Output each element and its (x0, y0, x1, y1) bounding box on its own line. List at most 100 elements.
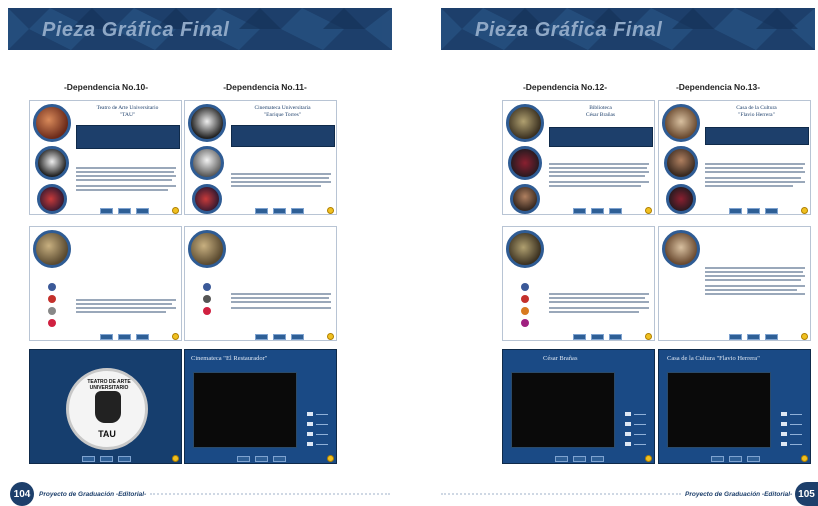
nav-button[interactable] (100, 208, 113, 214)
nav-button[interactable] (573, 208, 586, 214)
biblioteca-info-card: Biblioteca César Brañas (502, 100, 655, 215)
video-player[interactable] (511, 372, 615, 448)
nav-button[interactable] (255, 208, 268, 214)
nav-button[interactable] (573, 334, 586, 340)
nav-button[interactable] (711, 456, 724, 462)
sun-icon[interactable] (327, 333, 334, 340)
photo (666, 184, 696, 214)
youtube-icon[interactable] (48, 295, 56, 303)
biblioteca-social-card (502, 226, 655, 341)
facebook-icon[interactable] (203, 283, 211, 291)
photo (33, 104, 71, 142)
nav-button[interactable] (555, 456, 568, 462)
photo (188, 230, 226, 268)
nav-button[interactable] (609, 334, 622, 340)
tau-logo: TEATRO DE ARTE UNIVERSITARIO TAU (66, 368, 148, 450)
nav-button[interactable] (136, 334, 149, 340)
card-title: Teatro de Arte Universitario "TAU" (96, 105, 159, 118)
tau-logo-text: TEATRO DE ARTE UNIVERSITARIO (87, 379, 131, 391)
photo (506, 230, 544, 268)
facebook-icon[interactable] (48, 283, 56, 291)
video-title: César Brañas (543, 355, 578, 362)
nav-button[interactable] (591, 334, 604, 340)
right-page: Pieza Gráfica Final -Dependencia No.12- … (409, 0, 818, 506)
dependencia-12-heading: -Dependencia No.12- (522, 82, 608, 92)
photo (510, 184, 540, 214)
nav-button[interactable] (747, 334, 760, 340)
nav-button[interactable] (273, 456, 286, 462)
left-page: Pieza Gráfica Final -Dependencia No.10- … (0, 0, 409, 506)
sun-icon[interactable] (801, 207, 808, 214)
sun-icon[interactable] (645, 455, 652, 462)
nav-button[interactable] (118, 208, 131, 214)
nav-button[interactable] (765, 334, 778, 340)
nav-button[interactable] (255, 334, 268, 340)
mail-icon[interactable] (521, 319, 529, 327)
photo (506, 104, 544, 142)
nav-button[interactable] (100, 334, 113, 340)
nav-button[interactable] (729, 208, 742, 214)
video-player[interactable] (193, 372, 297, 448)
nav-button[interactable] (729, 334, 742, 340)
nav-button[interactable] (747, 456, 760, 462)
nav-button[interactable] (291, 334, 304, 340)
youtube-icon[interactable] (521, 295, 529, 303)
blog-icon[interactable] (48, 307, 56, 315)
nav-button[interactable] (273, 208, 286, 214)
photo (37, 184, 67, 214)
nav-button[interactable] (255, 456, 268, 462)
photo (664, 146, 698, 180)
tau-logo-sub: TAU (98, 429, 116, 439)
sun-icon[interactable] (801, 333, 808, 340)
banner: Pieza Gráfica Final (441, 8, 815, 50)
card-title: Casa de la Cultura "Flavio Herrera" (736, 105, 777, 118)
nav-button[interactable] (591, 208, 604, 214)
nav-button[interactable] (591, 456, 604, 462)
facebook-icon[interactable] (521, 283, 529, 291)
banner-title: Pieza Gráfica Final (42, 19, 230, 41)
nav-button[interactable] (82, 456, 95, 462)
nav-button[interactable] (273, 334, 286, 340)
mail-icon[interactable] (48, 319, 56, 327)
nav-button[interactable] (609, 208, 622, 214)
photo (508, 146, 542, 180)
nav-button[interactable] (118, 334, 131, 340)
twitter-icon[interactable] (203, 295, 211, 303)
sun-icon[interactable] (327, 455, 334, 462)
quote-box (231, 125, 335, 147)
page-number: 105 (795, 482, 818, 506)
banner: Pieza Gráfica Final (8, 8, 392, 50)
sun-icon[interactable] (645, 207, 652, 214)
nav-button[interactable] (291, 208, 304, 214)
nav-button[interactable] (747, 208, 760, 214)
video-title: Casa de la Cultura "Flavio Herrera" (667, 355, 760, 362)
nav-button[interactable] (118, 456, 131, 462)
photo (35, 146, 69, 180)
tau-logo-card: TEATRO DE ARTE UNIVERSITARIO TAU (29, 349, 182, 464)
photo (190, 146, 224, 180)
sun-icon[interactable] (801, 455, 808, 462)
video-title: Cinemateca "El Restaurador" (191, 355, 268, 362)
nav-button[interactable] (136, 208, 149, 214)
casa-cultura-video-card: Casa de la Cultura "Flavio Herrera" (658, 349, 811, 464)
sun-icon[interactable] (172, 333, 179, 340)
sun-icon[interactable] (172, 455, 179, 462)
card-title: Biblioteca César Brañas (585, 105, 616, 118)
dependencia-13-heading: -Dependencia No.13- (675, 82, 761, 92)
blog-icon[interactable] (521, 307, 529, 315)
photo (662, 230, 700, 268)
nav-button[interactable] (237, 456, 250, 462)
nav-button[interactable] (729, 456, 742, 462)
mask-icon (95, 391, 121, 423)
nav-button[interactable] (573, 456, 586, 462)
footer-text: Proyecto de Graduación -Editorial- (39, 491, 147, 498)
mail-icon[interactable] (203, 307, 211, 315)
casa-cultura-info-card: Casa de la Cultura "Flavio Herrera" (658, 100, 811, 215)
nav-button[interactable] (765, 208, 778, 214)
video-player[interactable] (667, 372, 771, 448)
sun-icon[interactable] (172, 207, 179, 214)
cinemateca-video-card: Cinemateca "El Restaurador" (184, 349, 337, 464)
nav-button[interactable] (100, 456, 113, 462)
sun-icon[interactable] (327, 207, 334, 214)
sun-icon[interactable] (645, 333, 652, 340)
